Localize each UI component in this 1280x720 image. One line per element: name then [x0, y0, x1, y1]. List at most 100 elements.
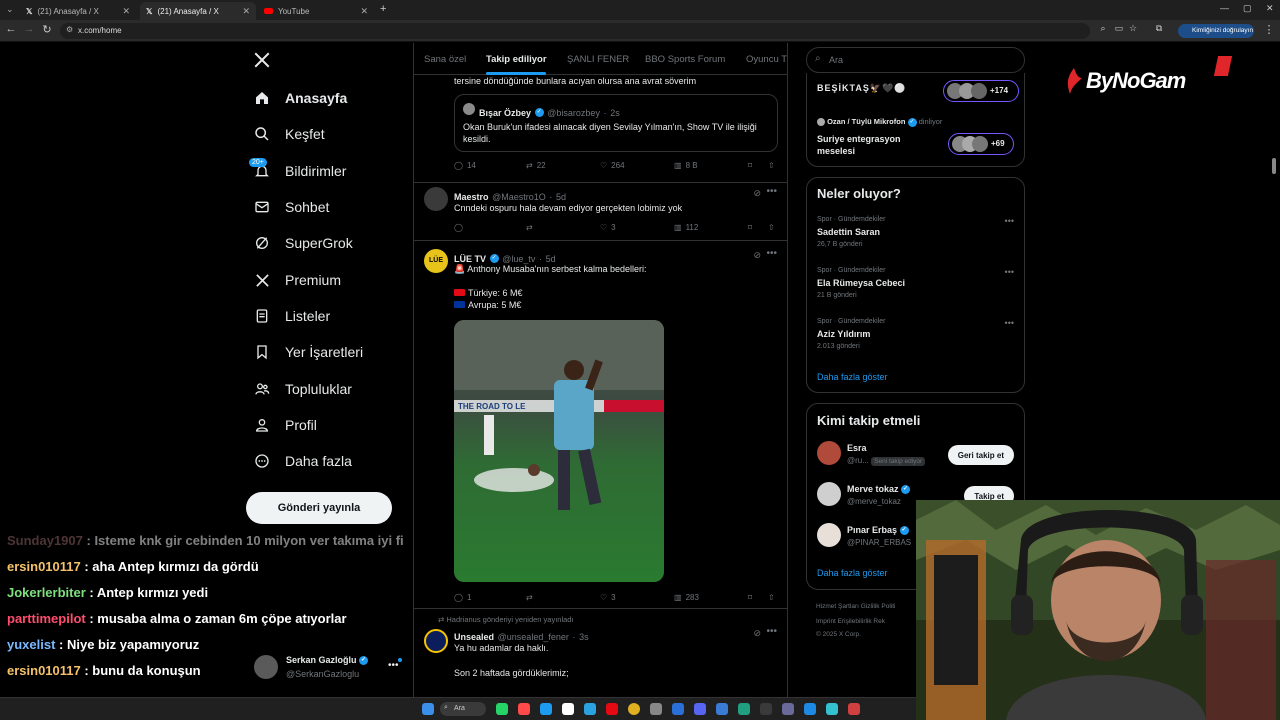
browser-tab-1[interactable]: 𝕏 (21) Anasayfa / X ✕	[20, 2, 136, 20]
views-button[interactable]: ▥ 283	[674, 593, 699, 602]
maximize-icon[interactable]: ▢	[1243, 3, 1252, 14]
account-name[interactable]: Serkan Gazloğlu ✓	[286, 655, 369, 666]
share-button[interactable]: ⇧	[768, 161, 775, 170]
address-bar[interactable]: ⚙ x.com/home	[60, 23, 1090, 39]
tweet-image[interactable]: THE ROAD TO LE	[454, 320, 664, 582]
profile-button[interactable]: Kimliğinizi doğrulayın	[1178, 24, 1254, 38]
app-icon[interactable]	[826, 703, 838, 715]
tab-sanli-fener[interactable]: ŞANLI FENER	[567, 54, 629, 65]
tab-list-icon[interactable]: ⌄	[6, 4, 14, 15]
nav-item-notifications[interactable]: 20+ Bildirimler	[249, 157, 346, 185]
nav-item-chat[interactable]: Sohbet	[253, 193, 329, 221]
reply-button[interactable]: ◯ 14	[454, 161, 476, 170]
tab-bbo-sports[interactable]: BBO Sports Forum	[645, 54, 725, 65]
reload-icon[interactable]: ↻	[40, 23, 54, 36]
new-tab-icon[interactable]: +	[380, 3, 386, 15]
tab-oyuncu[interactable]: Oyuncu T	[746, 54, 787, 65]
search-input[interactable]: ⌕ Ara	[806, 47, 1025, 73]
cast-icon[interactable]: ▭	[1112, 23, 1126, 34]
footer-links[interactable]: Imprint Erişilebilirlik Rek	[816, 618, 885, 625]
chrome-icon[interactable]	[628, 703, 640, 715]
app-icon[interactable]	[738, 703, 750, 715]
windows-start-icon[interactable]	[422, 703, 434, 715]
bookmark-button[interactable]: ⌑	[748, 161, 752, 170]
avatar[interactable]	[817, 441, 841, 465]
quote-tweet[interactable]: Bışar Özbey ✓ @bisarozbey · 2s Okan Buru…	[454, 94, 778, 152]
close-icon[interactable]: ✕	[122, 6, 130, 17]
app-icon[interactable]	[540, 703, 552, 715]
extensions-icon[interactable]: ⧉	[1152, 23, 1166, 34]
window-close-icon[interactable]: ✕	[1266, 3, 1274, 14]
views-button[interactable]: ▥ 8 B	[674, 161, 698, 170]
avatar[interactable]	[424, 187, 448, 211]
zoom-icon[interactable]: ⌕	[1096, 23, 1110, 34]
browser-tab-2[interactable]: 𝕏 (21) Anasayfa / X ✕	[140, 2, 256, 20]
app-icon[interactable]	[804, 703, 816, 715]
follow-back-button[interactable]: Geri takip et	[947, 445, 1014, 465]
author-name[interactable]: Unsealed	[454, 632, 494, 642]
more-icon[interactable]: •••	[766, 626, 777, 637]
space-listeners[interactable]: +69	[948, 133, 1014, 155]
grok-icon[interactable]: ⊘	[753, 250, 761, 261]
views-button[interactable]: ▥ 112	[674, 223, 698, 232]
zoom-app-icon[interactable]	[716, 703, 728, 715]
bookmark-button[interactable]: ⌑	[748, 223, 752, 232]
footer-links[interactable]: Hizmet Şartları Gizlilik Politi	[816, 603, 895, 610]
repost-button[interactable]: ⇄	[526, 593, 533, 602]
netflix-icon[interactable]	[606, 703, 618, 715]
browser-tab-3[interactable]: YouTube ✕	[258, 2, 374, 20]
whatsapp-icon[interactable]	[496, 703, 508, 715]
repost-button[interactable]: ⇄	[526, 223, 533, 232]
share-button[interactable]: ⇧	[768, 593, 775, 602]
bookmark-button[interactable]: ⌑	[748, 593, 752, 602]
app-icon[interactable]	[562, 703, 574, 715]
post-button[interactable]: Gönderi yayınla	[246, 492, 392, 524]
nav-item-lists[interactable]: Listeler	[253, 302, 330, 330]
close-icon[interactable]: ✕	[360, 6, 368, 17]
space-title[interactable]: Suriye entegrasyon meselesi	[817, 133, 917, 157]
like-button[interactable]: ♡ 264	[600, 161, 625, 170]
app-icon[interactable]	[650, 703, 662, 715]
avatar[interactable]	[817, 523, 841, 547]
app-icon[interactable]	[672, 703, 684, 715]
reply-button[interactable]: ◯	[454, 223, 463, 232]
app-icon[interactable]	[848, 703, 860, 715]
app-icon[interactable]	[760, 703, 772, 715]
show-more-link[interactable]: Daha fazla göster	[817, 372, 888, 382]
avatar[interactable]	[817, 482, 841, 506]
more-icon[interactable]: •••	[1005, 267, 1014, 277]
telegram-icon[interactable]	[584, 703, 596, 715]
suggestion-name[interactable]: Pınar Erbaş ✓	[847, 525, 909, 536]
scrollbar-thumb[interactable]	[1272, 158, 1276, 174]
nav-item-bookmarks[interactable]: Yer İşaretleri	[253, 338, 363, 366]
share-button[interactable]: ⇧	[768, 223, 775, 232]
avatar[interactable]	[254, 655, 278, 679]
tweet[interactable]: LÜE LÜE TV ✓ @lue_tv · 5d ⊘ ••• 🚨 Anthon…	[414, 241, 787, 609]
show-more-link[interactable]: Daha fazla göster	[817, 568, 888, 578]
avatar[interactable]	[424, 629, 448, 653]
nav-item-home[interactable]: Anasayfa	[253, 84, 347, 112]
taskbar-search[interactable]: ⌕ Ara	[440, 702, 486, 716]
suggestion-name[interactable]: Esra	[847, 443, 867, 453]
tab-for-you[interactable]: Sana özel	[424, 54, 466, 65]
suggestion-name[interactable]: Merve tokaz ✓	[847, 484, 911, 495]
nav-item-communities[interactable]: Topluluklar	[253, 375, 352, 403]
tweet[interactable]: ⇄ Hadrianus gönderiyi yeniden yayınladı …	[414, 609, 787, 700]
more-icon[interactable]: •••	[766, 248, 777, 259]
more-icon[interactable]: •••	[1005, 318, 1014, 328]
app-icon[interactable]	[782, 703, 794, 715]
tweet[interactable]: Maestro @Maestro1O · 5d ⊘ ••• Cnndeki os…	[414, 183, 787, 241]
grok-icon[interactable]: ⊘	[753, 188, 761, 199]
site-info-icon[interactable]: ⚙	[66, 25, 73, 34]
space-title[interactable]: BEŞİKTAŞ🦅🖤⚪	[817, 83, 906, 94]
minimize-icon[interactable]: —	[1220, 3, 1229, 13]
star-icon[interactable]: ☆	[1126, 23, 1140, 34]
more-icon[interactable]: •••	[388, 660, 399, 671]
grok-icon[interactable]: ⊘	[753, 628, 761, 639]
nav-item-premium[interactable]: Premium	[253, 266, 341, 294]
repost-button[interactable]: ⇄ 22	[526, 161, 546, 170]
nav-item-explore[interactable]: Keşfet	[253, 120, 325, 148]
forward-icon[interactable]: →	[22, 23, 36, 35]
tab-following[interactable]: Takip ediliyor	[486, 54, 547, 65]
space-listeners[interactable]: +174	[943, 80, 1019, 102]
